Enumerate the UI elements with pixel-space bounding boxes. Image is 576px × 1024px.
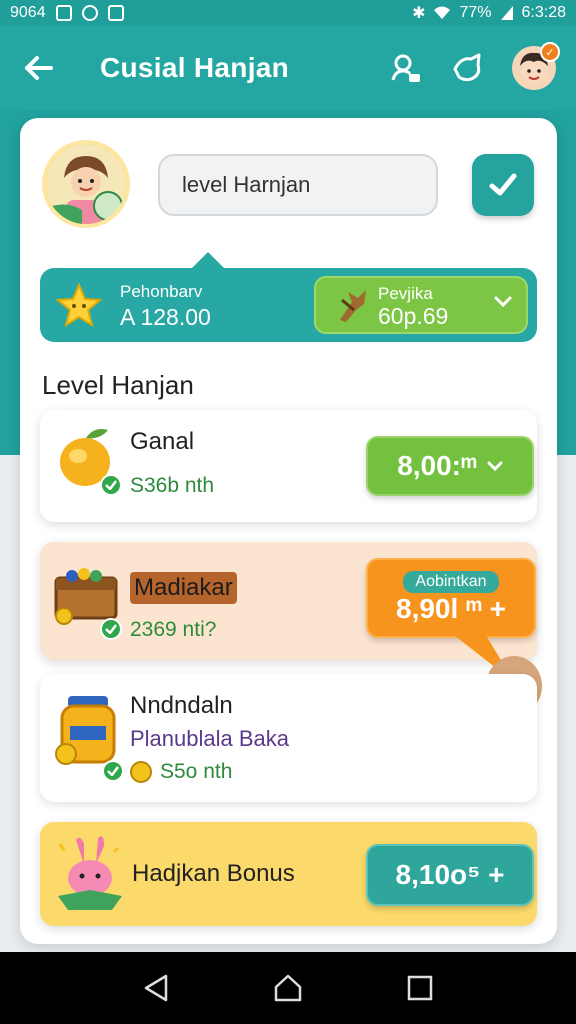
check-badge-icon (100, 474, 122, 496)
price-label: 8,00:ᵐ (397, 450, 477, 481)
leaf-icon (340, 290, 366, 322)
bonus-item[interactable]: Hadjkan Bonus 8,10o⁵ + (40, 822, 537, 926)
nav-back-button[interactable] (136, 968, 176, 1008)
confirm-button[interactable] (472, 154, 534, 216)
arrow-left-icon (25, 56, 53, 80)
level-search-input[interactable] (158, 154, 438, 216)
item-name: Madiakar (130, 572, 237, 604)
price-button[interactable]: 8,00:ᵐ (366, 436, 534, 496)
list-item[interactable]: Ganal S36b nth 8,00:ᵐ (40, 410, 537, 522)
item-name: Hadjkan Bonus (132, 860, 295, 887)
item-meta: 2369 nti? (130, 618, 217, 641)
chevron-down-icon (494, 296, 512, 308)
check-badge-icon (100, 618, 122, 640)
bonus-button[interactable]: 8,10o⁵ + (366, 844, 534, 906)
battery-text: 77% (459, 4, 492, 21)
share-button[interactable] (450, 50, 486, 86)
coin-icon (130, 761, 152, 783)
check-badge-icon (102, 760, 124, 782)
stat-dropdown-value: 60p.69 (378, 303, 449, 329)
item-name: Ganal (130, 428, 195, 455)
gallery-icon (107, 5, 124, 21)
stat-dropdown[interactable]: Pevjika 60p.69 (314, 276, 528, 334)
item-meta: S36b nth (130, 474, 215, 497)
wifi-icon (434, 6, 451, 19)
signal-icon (500, 6, 513, 20)
system-nav-bar (0, 952, 576, 1024)
profile-avatar[interactable] (42, 140, 130, 228)
checkmark-icon (489, 173, 517, 196)
item-subtitle: Planublala Baka (130, 726, 290, 751)
user-avatar[interactable]: ✓ (512, 42, 560, 90)
bunny-icon (58, 836, 122, 910)
notification-badge: ✓ (540, 42, 560, 62)
record-icon (81, 5, 98, 21)
app-bar: Cusial Hanjan ✓ (0, 26, 576, 110)
stat-label: Pehonbarv (120, 282, 203, 301)
profile-character-icon (46, 144, 126, 224)
section-title: Level Hanjan (42, 370, 194, 400)
stat-value: A 128.00 (120, 304, 211, 330)
star-icon (56, 282, 102, 328)
stats-bar: Pehonbarv A 128.00 Pevjika 60p.69 (40, 252, 537, 342)
buy-button[interactable]: Aobintkan 8,90l ᵐ + (366, 558, 536, 638)
stats-pointer (192, 252, 224, 268)
price-label: 8,10o⁵ + (395, 859, 505, 890)
triangle-back-icon (144, 974, 168, 1002)
nav-home-button[interactable] (268, 968, 308, 1008)
item-meta: S5o nth (130, 760, 232, 784)
status-clock: 6:3:28 (521, 4, 566, 21)
promo-badge: Aobintkan (403, 571, 499, 593)
status-time-left: 9064 (10, 4, 46, 21)
user-lock-icon (391, 54, 420, 82)
bluetooth-icon: ✱ (412, 5, 426, 22)
chevron-down-icon (487, 461, 503, 471)
square-recents-icon (407, 975, 433, 1001)
share-icon (453, 53, 481, 82)
home-icon (274, 974, 302, 1002)
nav-recents-button[interactable] (400, 968, 440, 1008)
list-item-highlighted[interactable]: Madiakar 2369 nti? Aobintkan 8,90l ᵐ + (40, 542, 542, 724)
item-name: Nndndaln (130, 692, 233, 719)
price-label: 8,90l ᵐ + (396, 593, 506, 624)
list-item[interactable]: Nndndaln Planublala Baka S5o nth (40, 674, 537, 802)
notification-icon (55, 5, 72, 21)
page-title: Cusial Hanjan (100, 52, 290, 83)
back-button[interactable] (20, 50, 56, 86)
main-card: Pehonbarv A 128.00 Pevjika 60p.69 Level … (20, 118, 557, 944)
item-meta-text: S5o nth (160, 760, 233, 783)
status-bar: 9064 ✱ 77% 6:3:28 (0, 0, 576, 26)
lock-user-button[interactable] (388, 50, 424, 86)
stat-dropdown-label: Pevjika (378, 284, 433, 303)
